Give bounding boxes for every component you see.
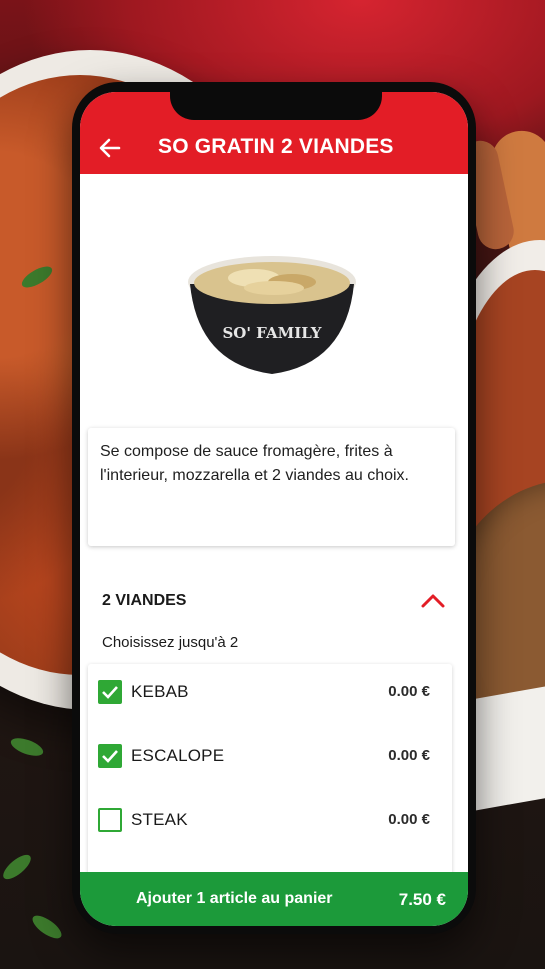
- checkbox-escalope[interactable]: [98, 744, 122, 768]
- options-section-subtitle: Choisissez jusqu'à 2: [102, 634, 239, 651]
- arrow-left-icon: [99, 138, 121, 158]
- option-row-steak[interactable]: STEAK 0.00 €: [88, 796, 452, 844]
- add-to-cart-button[interactable]: Ajouter 1 article au panier 7.50 €: [80, 872, 468, 926]
- background-herb: [0, 850, 35, 884]
- background-herb: [29, 911, 65, 943]
- options-section-header[interactable]: 2 VIANDES: [80, 578, 468, 622]
- option-label: STEAK: [131, 810, 188, 829]
- gratin-bowl-image: SO' FAMILY: [188, 256, 356, 374]
- background-herb: [8, 734, 46, 760]
- description-card: Se compose de sauce fromagère, frites à …: [88, 428, 455, 546]
- checkbox-steak[interactable]: [98, 808, 122, 832]
- back-button[interactable]: [96, 134, 124, 162]
- page-title: SO GRATIN 2 VIANDES: [158, 135, 394, 158]
- product-description: Se compose de sauce fromagère, frites à …: [100, 443, 409, 484]
- bowl-brand-logo: SO' FAMILY: [222, 324, 321, 342]
- option-row-kebab[interactable]: KEBAB 0.00 €: [88, 668, 452, 716]
- cart-total: 7.50 €: [398, 890, 446, 909]
- chevron-up-icon[interactable]: [420, 590, 446, 610]
- option-label: KEBAB: [131, 682, 189, 701]
- checkbox-kebab[interactable]: [98, 680, 122, 704]
- options-list: KEBAB 0.00 € ESCALOPE 0.00 € STEAK 0.00 …: [88, 664, 452, 894]
- option-price: 0.00 €: [388, 747, 430, 764]
- option-label: ESCALOPE: [131, 746, 225, 765]
- check-icon: [102, 750, 118, 763]
- add-to-cart-label: Ajouter 1 article au panier: [136, 890, 333, 907]
- check-icon: [102, 686, 118, 699]
- option-price: 0.00 €: [388, 683, 430, 700]
- phone-notch: [170, 88, 382, 120]
- option-row-escalope[interactable]: ESCALOPE 0.00 €: [88, 732, 452, 780]
- option-price: 0.00 €: [388, 811, 430, 828]
- options-section-title: 2 VIANDES: [102, 592, 187, 609]
- app-screen: SO GRATIN 2 VIANDES SO' FAMILY Se compos…: [80, 92, 468, 926]
